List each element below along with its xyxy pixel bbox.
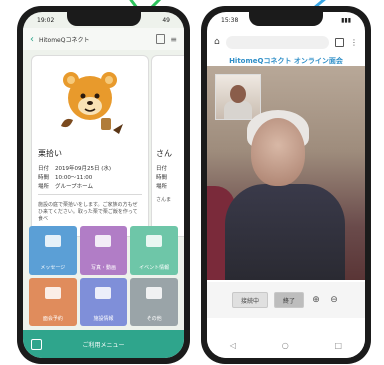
menu-events[interactable]: イベント情報 bbox=[130, 226, 178, 275]
bottom-menu-label: ご利用メニュー bbox=[82, 341, 125, 349]
event-card[interactable]: 栗拾い 日付 2019年09月25日 (水) 時間 10:00〜11:00 場所… bbox=[31, 55, 149, 237]
remote-video bbox=[207, 66, 365, 280]
menu-visit-booking-label: 面会予約 bbox=[42, 316, 63, 322]
status-icons: ▮▮▮ bbox=[341, 16, 351, 24]
recent-apps-icon[interactable]: □ bbox=[335, 341, 343, 350]
zoom-in-icon[interactable]: ⊕ bbox=[310, 294, 322, 306]
event-description: 施設の庭で栗拾いをします。ご家族の方もぜひ来てください。取った栗で栗ご飯を作って… bbox=[38, 202, 138, 222]
left-screen: 19:02 49 ‹ HitomeQコネクト ≡ 栗拾い 日付 2019年09月… bbox=[23, 12, 184, 358]
android-nav-bar: ◁ ○ □ bbox=[207, 332, 365, 358]
status-battery: 49 bbox=[162, 16, 170, 24]
bottom-menu-bar[interactable]: ご利用メニュー bbox=[23, 330, 184, 358]
menu-other-label: その他 bbox=[146, 316, 162, 322]
browser-toolbar: ⌂ ⋮ bbox=[207, 32, 365, 52]
menu-square-icon bbox=[31, 338, 42, 350]
calendar-icon bbox=[44, 286, 61, 299]
event-title: 栗拾い bbox=[38, 149, 62, 158]
place-label: 場所 bbox=[38, 184, 50, 190]
date-value: 2019年09月25日 (水) bbox=[55, 166, 112, 172]
person-body bbox=[225, 184, 345, 280]
building-icon bbox=[95, 286, 112, 299]
bear-mascot-icon bbox=[61, 72, 123, 134]
tabs-icon[interactable] bbox=[335, 37, 344, 47]
menu-facility-info-label: 施設情報 bbox=[93, 316, 114, 322]
next-event-title: さん bbox=[156, 149, 172, 158]
photo-icon bbox=[95, 235, 112, 247]
place-value: グループホーム bbox=[55, 184, 94, 190]
end-call-button[interactable]: 終了 bbox=[274, 292, 305, 308]
next-date-label: 日付 bbox=[156, 166, 168, 172]
menu-messages[interactable]: メッセージ bbox=[29, 226, 77, 275]
menu-events-label: イベント情報 bbox=[139, 264, 170, 271]
menu-visit-booking[interactable]: 面会予約 bbox=[29, 277, 77, 326]
menu-other[interactable]: その他 bbox=[130, 277, 178, 326]
self-view-video[interactable] bbox=[215, 74, 261, 120]
next-event-description: さんま bbox=[156, 197, 172, 203]
menu-photos[interactable]: 写真・動画 bbox=[79, 226, 128, 275]
next-time-label: 時間 bbox=[156, 175, 168, 181]
time-value: 10:00〜11:00 bbox=[55, 175, 93, 181]
next-place-label: 場所 bbox=[156, 184, 168, 190]
notification-icon[interactable] bbox=[156, 34, 166, 44]
event-icon bbox=[146, 235, 163, 247]
call-controls: 接続中 終了 ⊕ ⊖ bbox=[207, 282, 365, 318]
status-time: 15:38 bbox=[221, 16, 239, 24]
time-label: 時間 bbox=[38, 175, 50, 181]
back-nav-icon[interactable]: ◁ bbox=[230, 341, 236, 350]
app-bar: ‹ HitomeQコネクト ≡ bbox=[23, 28, 184, 50]
person-face bbox=[251, 118, 305, 186]
event-time-row: 時間 10:00〜11:00 bbox=[38, 173, 92, 181]
hamburger-menu-icon[interactable]: ≡ bbox=[170, 35, 177, 44]
notch bbox=[66, 12, 141, 26]
date-label: 日付 bbox=[38, 166, 50, 172]
self-view-body bbox=[224, 101, 252, 119]
connection-status-button[interactable]: 接続中 bbox=[231, 292, 268, 308]
divider bbox=[38, 194, 142, 195]
back-button[interactable]: ‹ bbox=[30, 34, 34, 45]
page-title: HitomeQコネクト オンライン面会 bbox=[229, 57, 343, 65]
address-bar[interactable] bbox=[225, 35, 329, 49]
menu-photos-label: 写真・動画 bbox=[90, 264, 116, 271]
phone-right: 15:38 ▮▮▮ ⌂ ⋮ HitomeQコネクト オンライン面会 接続中 終了… bbox=[201, 6, 371, 364]
list-icon bbox=[146, 286, 163, 299]
menu-messages-label: メッセージ bbox=[40, 264, 66, 271]
menu-facility-info[interactable]: 施設情報 bbox=[79, 277, 128, 326]
zoom-out-icon[interactable]: ⊖ bbox=[328, 294, 340, 306]
notch bbox=[249, 12, 323, 26]
home-nav-icon[interactable]: ○ bbox=[282, 341, 289, 350]
app-title: HitomeQコネクト bbox=[39, 36, 90, 44]
phone-left: 19:02 49 ‹ HitomeQコネクト ≡ 栗拾い 日付 2019年09月… bbox=[17, 6, 190, 364]
status-time: 19:02 bbox=[37, 16, 55, 24]
right-screen: 15:38 ▮▮▮ ⌂ ⋮ HitomeQコネクト オンライン面会 接続中 終了… bbox=[207, 12, 365, 358]
kebab-menu-icon[interactable]: ⋮ bbox=[350, 38, 358, 47]
event-date-row: 日付 2019年09月25日 (水) bbox=[38, 164, 111, 172]
event-place-row: 場所 グループホーム bbox=[38, 182, 93, 190]
self-view-head bbox=[230, 85, 246, 103]
menu-grid: メッセージ 写真・動画 イベント情報 面会予約 施設情報 その他 bbox=[29, 226, 178, 326]
next-event-card[interactable]: さん 日付 時間 場所 さんま bbox=[151, 55, 184, 237]
message-icon bbox=[44, 235, 61, 247]
home-icon[interactable]: ⌂ bbox=[214, 37, 220, 47]
